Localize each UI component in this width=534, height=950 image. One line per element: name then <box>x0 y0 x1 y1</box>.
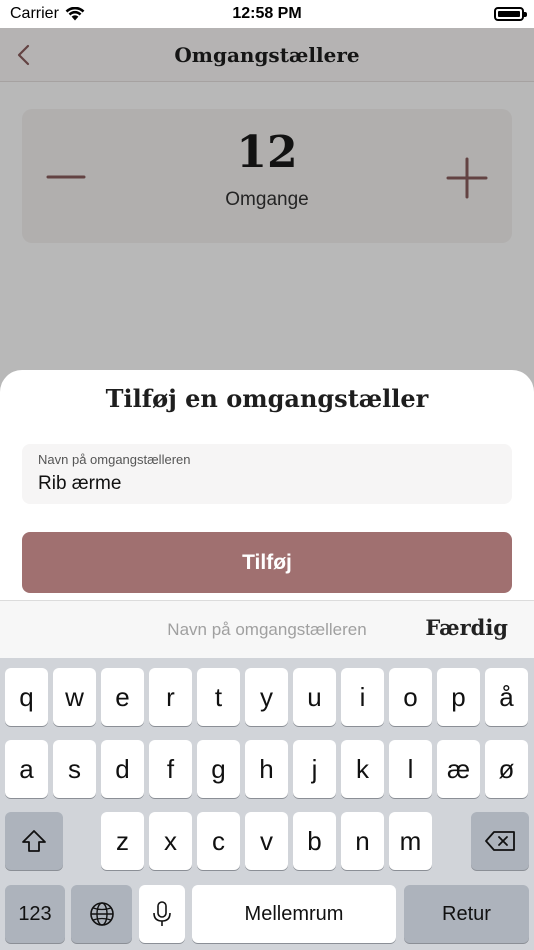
key-o[interactable]: o <box>389 668 432 726</box>
key-v[interactable]: v <box>245 812 288 870</box>
key-w[interactable]: w <box>53 668 96 726</box>
key-oe[interactable]: ø <box>485 740 528 798</box>
key-m[interactable]: m <box>389 812 432 870</box>
field-label: Navn på omgangstælleren <box>38 452 191 467</box>
key-g[interactable]: g <box>197 740 240 798</box>
wifi-icon <box>65 7 85 21</box>
numbers-key[interactable]: 123 <box>5 885 65 943</box>
key-p[interactable]: p <box>437 668 480 726</box>
key-j[interactable]: j <box>293 740 336 798</box>
globe-icon <box>89 902 114 926</box>
key-aa[interactable]: å <box>485 668 528 726</box>
key-q[interactable]: q <box>5 668 48 726</box>
delete-key[interactable] <box>471 812 529 870</box>
key-u[interactable]: u <box>293 668 336 726</box>
return-key[interactable]: Retur <box>404 885 529 943</box>
key-h[interactable]: h <box>245 740 288 798</box>
key-t[interactable]: t <box>197 668 240 726</box>
key-c[interactable]: c <box>197 812 240 870</box>
globe-key[interactable] <box>71 885 132 943</box>
status-left: Carrier <box>10 5 85 23</box>
add-button[interactable]: Tilføj <box>22 532 512 593</box>
keyboard: q w e r t y u i o p å a s d f g h j k l … <box>0 658 534 950</box>
backspace-icon <box>485 831 515 851</box>
microphone-icon <box>153 901 171 926</box>
key-k[interactable]: k <box>341 740 384 798</box>
key-s[interactable]: s <box>53 740 96 798</box>
key-x[interactable]: x <box>149 812 192 870</box>
status-bar: Carrier 12:58 PM <box>0 0 534 28</box>
space-key[interactable]: Mellemrum <box>192 885 396 943</box>
key-r[interactable]: r <box>149 668 192 726</box>
counter-name-field[interactable]: Navn på omgangstælleren <box>22 444 512 504</box>
key-f[interactable]: f <box>149 740 192 798</box>
microphone-key[interactable] <box>139 885 185 943</box>
sheet-title: Tilføj en omgangstæller <box>105 384 429 413</box>
key-n[interactable]: n <box>341 812 384 870</box>
key-a[interactable]: a <box>5 740 48 798</box>
key-e[interactable]: e <box>101 668 144 726</box>
shift-icon <box>22 830 46 852</box>
key-ae[interactable]: æ <box>437 740 480 798</box>
carrier-label: Carrier <box>10 5 59 22</box>
key-y[interactable]: y <box>245 668 288 726</box>
battery-icon <box>494 7 527 21</box>
done-button[interactable]: Færdig <box>425 615 508 640</box>
keyboard-accessory-bar: Navn på omgangstælleren Færdig <box>0 600 534 658</box>
key-z[interactable]: z <box>101 812 144 870</box>
key-i[interactable]: i <box>341 668 384 726</box>
counter-name-input[interactable] <box>38 473 496 495</box>
key-b[interactable]: b <box>293 812 336 870</box>
key-d[interactable]: d <box>101 740 144 798</box>
shift-key[interactable] <box>5 812 63 870</box>
key-l[interactable]: l <box>389 740 432 798</box>
